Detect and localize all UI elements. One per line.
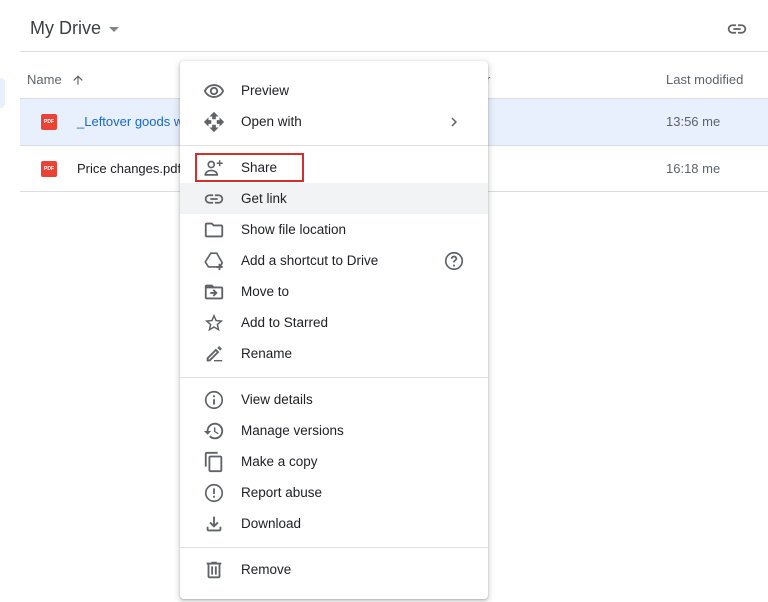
menu-item-move-to[interactable]: Move to — [180, 276, 488, 307]
menu-item-preview[interactable]: Preview — [180, 75, 488, 106]
menu-item-report-abuse[interactable]: Report abuse — [180, 477, 488, 508]
eye-icon — [203, 80, 225, 102]
menu-item-label: View details — [241, 392, 313, 407]
pdf-file-icon: PDF — [41, 114, 57, 130]
menu-item-label: Move to — [241, 284, 290, 299]
menu-item-remove[interactable]: Remove — [180, 554, 488, 585]
menu-item-view-details[interactable]: View details — [180, 384, 488, 415]
menu-item-label: Download — [241, 516, 302, 531]
link-icon[interactable] — [724, 16, 750, 42]
page-title: My Drive — [30, 18, 101, 38]
menu-item-manage-versions[interactable]: Manage versions — [180, 415, 488, 446]
last-modified-column-label[interactable]: Last modified — [666, 72, 743, 87]
left-edge-accent — [0, 78, 5, 108]
menu-item-get-link[interactable]: Get link — [180, 183, 488, 214]
move-to-folder-icon — [203, 281, 225, 303]
drive-shortcut-icon — [203, 250, 225, 272]
file-modified: 16:18 me — [666, 161, 721, 176]
menu-item-add-to-starred[interactable]: Add to Starred — [180, 307, 488, 338]
menu-item-download[interactable]: Download — [180, 508, 488, 539]
folder-icon — [203, 219, 225, 241]
report-icon — [203, 482, 225, 504]
pencil-icon — [203, 343, 225, 365]
link-icon — [203, 188, 225, 210]
menu-item-label: Make a copy — [241, 454, 318, 469]
menu-item-label: Preview — [241, 83, 290, 98]
sort-by-name[interactable]: Name — [27, 72, 85, 87]
pdf-file-icon: PDF — [41, 161, 57, 177]
menu-item-label: Get link — [241, 191, 287, 206]
trash-icon — [203, 559, 225, 581]
menu-divider — [180, 547, 488, 548]
menu-item-show-file-location[interactable]: Show file location — [180, 214, 488, 245]
file-modified: 13:56 me — [666, 114, 721, 129]
menu-divider — [180, 377, 488, 378]
menu-item-label: Open with — [241, 114, 302, 129]
menu-item-label: Remove — [241, 562, 292, 577]
header: My Drive — [0, 4, 768, 52]
info-icon — [203, 389, 225, 411]
menu-item-label: Report abuse — [241, 485, 323, 500]
download-icon — [203, 513, 225, 535]
arrow-up-icon — [73, 74, 83, 85]
copy-icon — [203, 451, 225, 473]
menu-item-make-a-copy[interactable]: Make a copy — [180, 446, 488, 477]
star-icon — [203, 312, 225, 334]
menu-item-label: Rename — [241, 346, 293, 361]
file-name: Price changes.pdf — [77, 161, 182, 176]
menu-item-label: Manage versions — [241, 423, 344, 438]
name-column-label: Name — [27, 72, 62, 87]
menu-item-rename[interactable]: Rename — [180, 338, 488, 369]
history-icon — [203, 420, 225, 442]
chevron-right-icon — [442, 110, 466, 134]
menu-divider — [180, 145, 488, 146]
menu-item-label: Show file location — [241, 222, 347, 237]
file-name: _Leftover goods w — [77, 114, 184, 129]
share-highlight-box — [195, 153, 304, 182]
move-arrows-icon — [203, 111, 225, 133]
chevron-down-icon — [109, 27, 119, 32]
help-icon[interactable] — [442, 249, 466, 273]
menu-item-label: Add a shortcut to Drive — [241, 253, 379, 268]
menu-item-label: Add to Starred — [241, 315, 329, 330]
my-drive-dropdown[interactable]: My Drive — [30, 18, 119, 39]
context-menu: Preview Open with Share Get link Show fi… — [180, 61, 488, 599]
menu-item-add-shortcut[interactable]: Add a shortcut to Drive — [180, 245, 488, 276]
menu-item-open-with[interactable]: Open with — [180, 106, 488, 137]
